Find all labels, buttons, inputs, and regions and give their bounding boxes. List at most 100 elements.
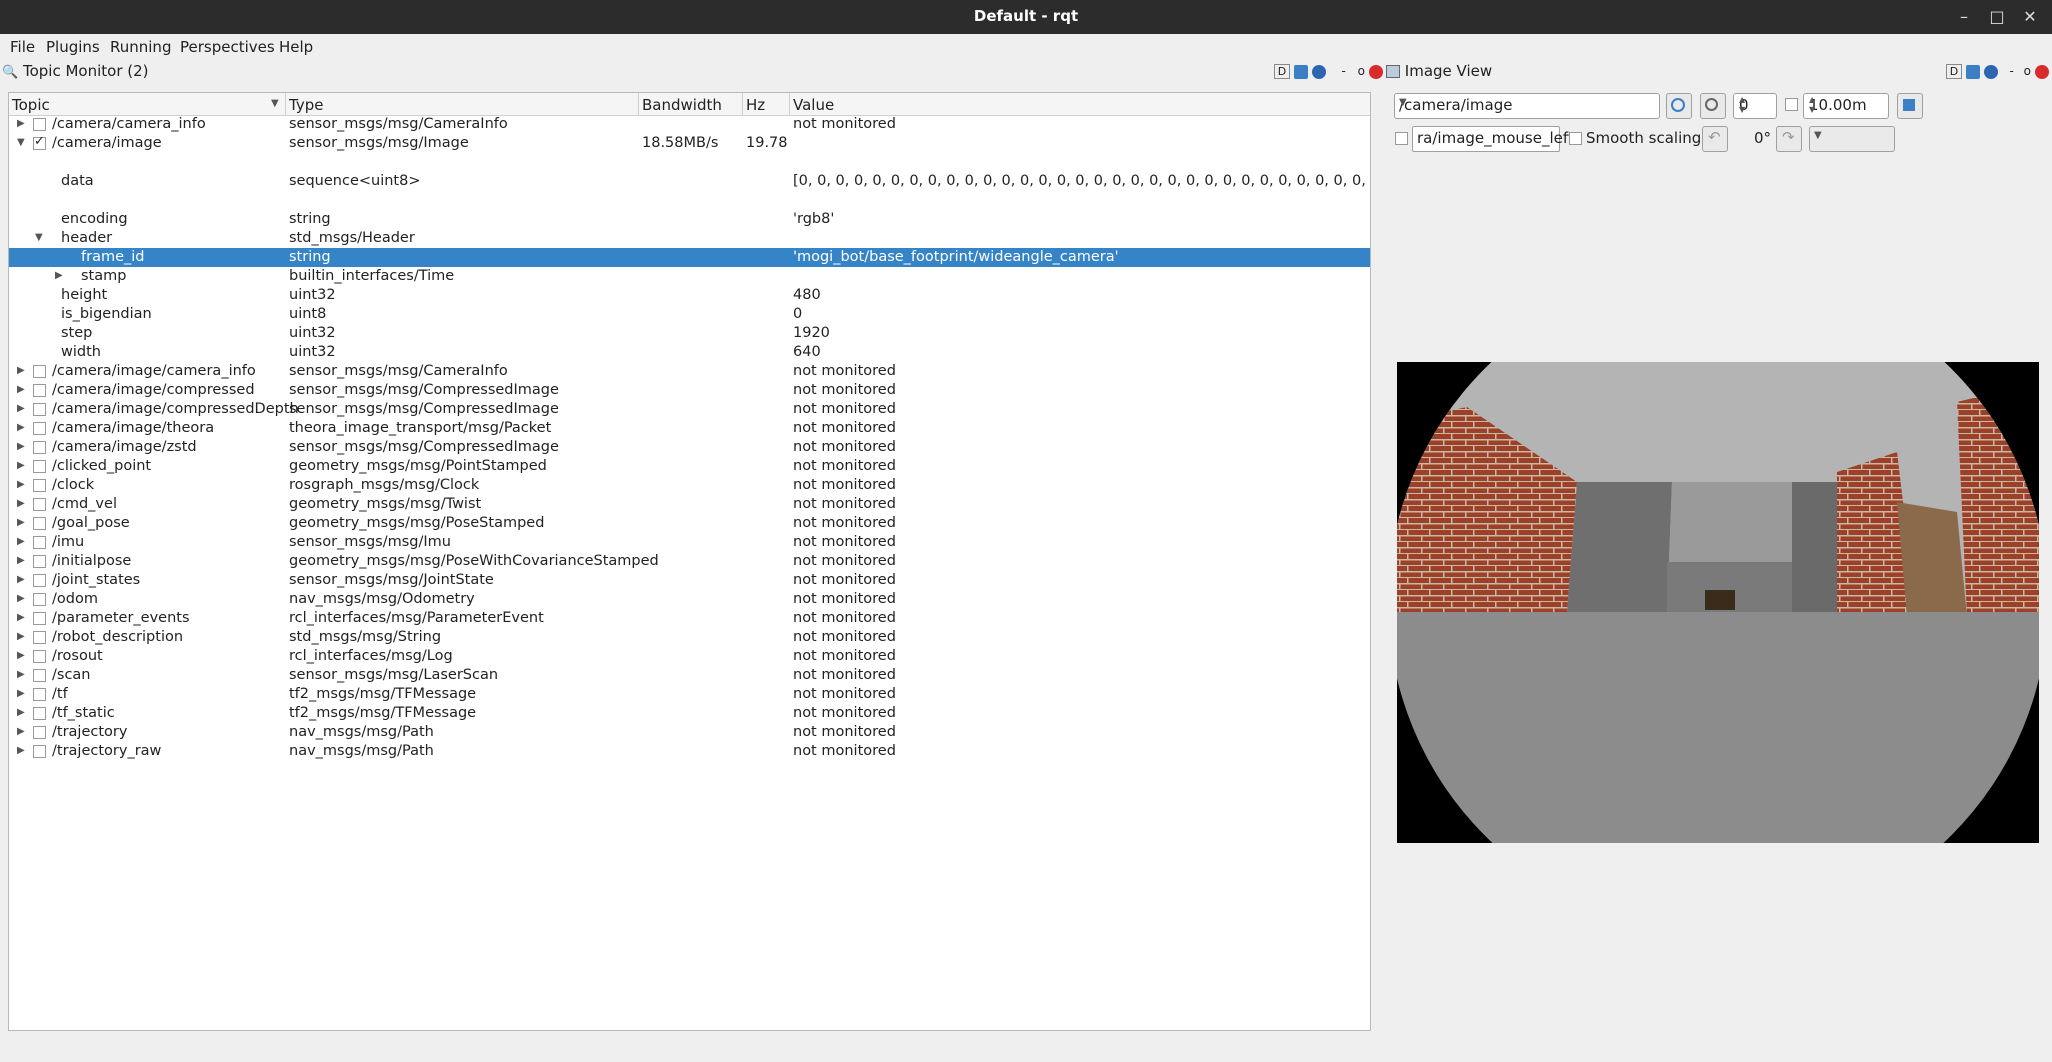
col-bandwidth-header[interactable]: Bandwidth bbox=[642, 96, 722, 114]
table-row[interactable]: ▶ /camera/image/camera_info sensor_msgs/ms… bbox=[9, 362, 1370, 381]
expand-arrow-icon[interactable]: ▶ bbox=[17, 574, 25, 585]
monitor-checkbox[interactable] bbox=[33, 707, 46, 720]
col-value-header[interactable]: Value bbox=[793, 96, 834, 114]
max-value-spinbox[interactable]: 10.00m ▲ ▼ bbox=[1803, 93, 1889, 119]
refresh-topics-button[interactable] bbox=[1666, 93, 1692, 119]
color-scheme-select[interactable]: ▼ bbox=[1809, 126, 1895, 152]
table-row[interactable]: height uint32 480 bbox=[9, 286, 1370, 305]
save-image-button[interactable] bbox=[1897, 93, 1923, 119]
expand-arrow-icon[interactable]: ▶ bbox=[17, 612, 25, 623]
expand-arrow-icon[interactable]: ▶ bbox=[17, 669, 25, 680]
monitor-checkbox[interactable] bbox=[33, 441, 46, 454]
max-value-checkbox[interactable] bbox=[1785, 98, 1798, 111]
minimize-icon[interactable]: – bbox=[1952, 5, 1976, 29]
monitor-checkbox[interactable] bbox=[33, 669, 46, 682]
table-row[interactable]: ▶ /tf_static tf2_msgs/msg/TFMessage not mon… bbox=[9, 704, 1370, 723]
expand-arrow-icon[interactable]: ▶ bbox=[17, 631, 25, 642]
minimize-dock-icon[interactable]: - bbox=[2009, 64, 2013, 78]
table-row[interactable]: encoding string 'rgb8' bbox=[9, 210, 1370, 229]
expand-arrow-icon[interactable]: ▶ bbox=[17, 384, 25, 395]
dock-help-button[interactable]: D bbox=[1274, 64, 1290, 79]
monitor-checkbox[interactable] bbox=[33, 612, 46, 625]
monitor-checkbox[interactable] bbox=[33, 134, 46, 150]
col-type-header[interactable]: Type bbox=[289, 96, 323, 114]
expand-arrow-icon[interactable]: ▶ bbox=[17, 460, 25, 471]
menu-plugins[interactable]: Plugins bbox=[46, 38, 100, 56]
menu-perspectives[interactable]: Perspectives bbox=[180, 38, 275, 56]
expand-arrow-icon[interactable]: ▶ bbox=[17, 517, 25, 528]
table-row[interactable]: step uint32 1920 bbox=[9, 324, 1370, 343]
mouse-topic-input[interactable]: ra/image_mouse_left bbox=[1412, 126, 1574, 152]
publish-mouse-checkbox[interactable] bbox=[1395, 132, 1408, 145]
monitor-checkbox[interactable] bbox=[33, 517, 46, 530]
table-row[interactable]: ▶ /camera/image/compressed sensor_msgs/msg… bbox=[9, 381, 1370, 400]
table-row[interactable]: ▶ /clicked_point geometry_msgs/msg/PointSt… bbox=[9, 457, 1370, 476]
expand-arrow-icon[interactable]: ▶ bbox=[17, 479, 25, 490]
table-row[interactable]: data sequence<uint8> [0, 0, 0, 0, 0, 0, 0,… bbox=[9, 172, 1370, 191]
monitor-checkbox[interactable] bbox=[33, 574, 46, 587]
topic-select[interactable]: /camera/image ▼ bbox=[1394, 93, 1660, 119]
collapse-arrow-icon[interactable]: ▼ bbox=[17, 137, 25, 148]
maximize-icon[interactable]: □ bbox=[1985, 5, 2009, 29]
table-row[interactable]: ▼ /camera/image sensor_msgs/msg/Image 18.58… bbox=[9, 134, 1370, 153]
camera-image-view[interactable] bbox=[1397, 362, 2039, 843]
minimize-dock-icon[interactable]: - bbox=[1341, 64, 1345, 78]
expand-arrow-icon[interactable]: ▶ bbox=[17, 726, 25, 737]
monitor-checkbox[interactable] bbox=[33, 555, 46, 568]
monitor-checkbox[interactable] bbox=[33, 593, 46, 606]
expand-arrow-icon[interactable]: ▶ bbox=[17, 118, 25, 129]
table-row[interactable]: ▶ /clock rosgraph_msgs/msg/Clock not monito… bbox=[9, 476, 1370, 495]
table-row[interactable]: ▶ /tf tf2_msgs/msg/TFMessage not monitored bbox=[9, 685, 1370, 704]
expand-arrow-icon[interactable]: ▶ bbox=[17, 650, 25, 661]
monitor-checkbox[interactable] bbox=[33, 479, 46, 492]
table-row[interactable]: ▶ /robot_description std_msgs/msg/String no… bbox=[9, 628, 1370, 647]
topic-tree-table[interactable]: Topic ▼ Type Bandwidth Hz Value ▶ /camera… bbox=[8, 92, 1371, 1031]
table-row[interactable]: ▶ /cmd_vel geometry_msgs/msg/Twist not moni… bbox=[9, 495, 1370, 514]
monitor-checkbox[interactable] bbox=[33, 498, 46, 511]
close-dock-icon[interactable] bbox=[2034, 64, 2049, 79]
reload-icon[interactable] bbox=[1293, 64, 1308, 79]
monitor-checkbox[interactable] bbox=[33, 384, 46, 397]
help-icon[interactable] bbox=[1983, 64, 1998, 79]
spin-arrows-icon[interactable]: ▲ ▼ bbox=[1809, 95, 1886, 115]
menu-file[interactable]: File bbox=[10, 38, 35, 56]
table-row[interactable]: ▶ stamp builtin_interfaces/Time bbox=[9, 267, 1370, 286]
monitor-checkbox[interactable] bbox=[33, 688, 46, 701]
close-dock-icon[interactable] bbox=[1368, 64, 1383, 79]
table-row[interactable]: ▶ /camera/image/compressedDepth sensor_msg… bbox=[9, 400, 1370, 419]
min-value-spinbox[interactable]: 0 ▲ ▼ bbox=[1733, 93, 1777, 119]
expand-arrow-icon[interactable]: ▶ bbox=[17, 593, 25, 604]
col-topic-header[interactable]: Topic bbox=[12, 96, 50, 114]
expand-arrow-icon[interactable]: ▶ bbox=[17, 745, 25, 756]
table-row[interactable]: ▶ /odom nav_msgs/msg/Odometry not monitored bbox=[9, 590, 1370, 609]
table-row[interactable]: ▶ /camera/camera_info sensor_msgs/msg/Came… bbox=[9, 115, 1370, 134]
table-row[interactable]: ▶ /camera/image/zstd sensor_msgs/msg/Compr… bbox=[9, 438, 1370, 457]
menu-help[interactable]: Help bbox=[279, 38, 313, 56]
zoom-fit-button[interactable] bbox=[1700, 93, 1726, 119]
expand-arrow-icon[interactable]: ▶ bbox=[55, 270, 63, 281]
monitor-checkbox[interactable] bbox=[33, 726, 46, 739]
expand-arrow-icon[interactable]: ▶ bbox=[17, 422, 25, 433]
rotate-right-button[interactable]: ↷ bbox=[1776, 126, 1802, 152]
spin-arrows-icon[interactable]: ▲ ▼ bbox=[1739, 95, 1774, 115]
expand-arrow-icon[interactable]: ▶ bbox=[17, 365, 25, 376]
table-row[interactable]: frame_id string 'mogi_bot/base_footprint/w… bbox=[9, 248, 1370, 267]
col-hz-header[interactable]: Hz bbox=[746, 96, 765, 114]
expand-arrow-icon[interactable]: ▶ bbox=[17, 536, 25, 547]
monitor-checkbox[interactable] bbox=[33, 365, 46, 378]
monitor-checkbox[interactable] bbox=[33, 422, 46, 435]
expand-arrow-icon[interactable]: ▶ bbox=[17, 498, 25, 509]
monitor-checkbox[interactable] bbox=[33, 118, 46, 131]
table-row[interactable]: ▶ /initialpose geometry_msgs/msg/PoseWithC… bbox=[9, 552, 1370, 571]
expand-arrow-icon[interactable]: ▶ bbox=[17, 707, 25, 718]
monitor-checkbox[interactable] bbox=[33, 650, 46, 663]
table-row[interactable]: width uint32 640 bbox=[9, 343, 1370, 362]
table-row[interactable]: ▶ /parameter_events rcl_interfaces/msg/Par… bbox=[9, 609, 1370, 628]
help-icon[interactable] bbox=[1311, 64, 1326, 79]
table-row[interactable]: ▶ /scan sensor_msgs/msg/LaserScan not monit… bbox=[9, 666, 1370, 685]
monitor-checkbox[interactable] bbox=[33, 460, 46, 473]
float-dock-icon[interactable]: o bbox=[2024, 64, 2031, 78]
float-dock-icon[interactable]: o bbox=[1358, 64, 1365, 78]
table-row[interactable]: is_bigendian uint8 0 bbox=[9, 305, 1370, 324]
dock-help-button[interactable]: D bbox=[1946, 64, 1962, 79]
